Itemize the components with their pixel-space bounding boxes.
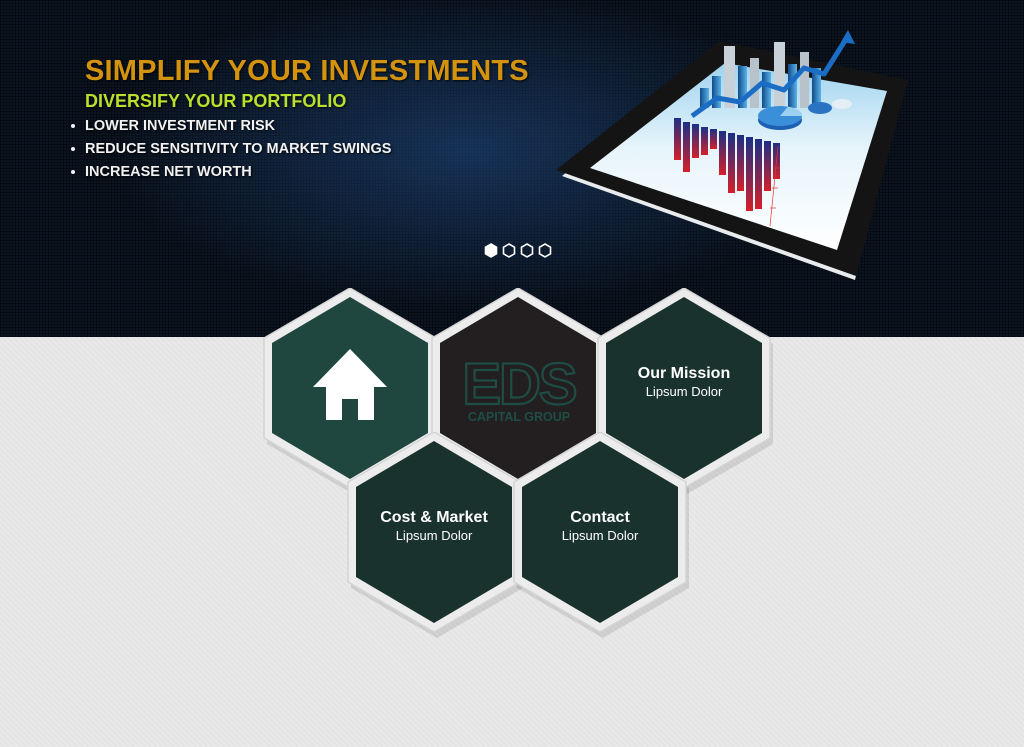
logo-mark: EDS <box>462 352 576 417</box>
hero-bullet: LOWER INVESTMENT RISK <box>70 117 391 140</box>
hero-bullet: REDUCE SENSITIVITY TO MARKET SWINGS <box>70 140 391 163</box>
hexagon-dot-icon <box>484 243 498 258</box>
slide-indicator[interactable] <box>538 243 552 258</box>
hero-bullet: INCREASE NET WORTH <box>70 163 391 186</box>
hero-banner: SIMPLIFY YOUR INVESTMENTS DIVERSIFY YOUR… <box>0 0 1024 337</box>
tile-cost-market[interactable] <box>347 432 521 632</box>
hero-headline: SIMPLIFY YOUR INVESTMENTS <box>85 55 529 87</box>
hero-subheadline: DIVERSIFY YOUR PORTFOLIO <box>85 91 347 111</box>
hexagon-dot-icon <box>520 243 534 258</box>
slide-indicator[interactable] <box>520 243 534 258</box>
logo-tagline: CAPITAL GROUP <box>468 410 570 424</box>
slide-indicator[interactable] <box>502 243 516 258</box>
hexagon-dot-icon <box>502 243 516 258</box>
slider-pagination <box>484 243 556 258</box>
hexagon-dot-icon <box>538 243 552 258</box>
slide-indicator-active[interactable] <box>484 243 498 258</box>
tile-contact[interactable] <box>513 432 687 632</box>
tablet-chart-illustration <box>556 30 908 280</box>
hero-bullet-list: LOWER INVESTMENT RISK REDUCE SENSITIVITY… <box>70 117 391 186</box>
eds-logo: EDS CAPITAL GROUP <box>461 351 579 424</box>
